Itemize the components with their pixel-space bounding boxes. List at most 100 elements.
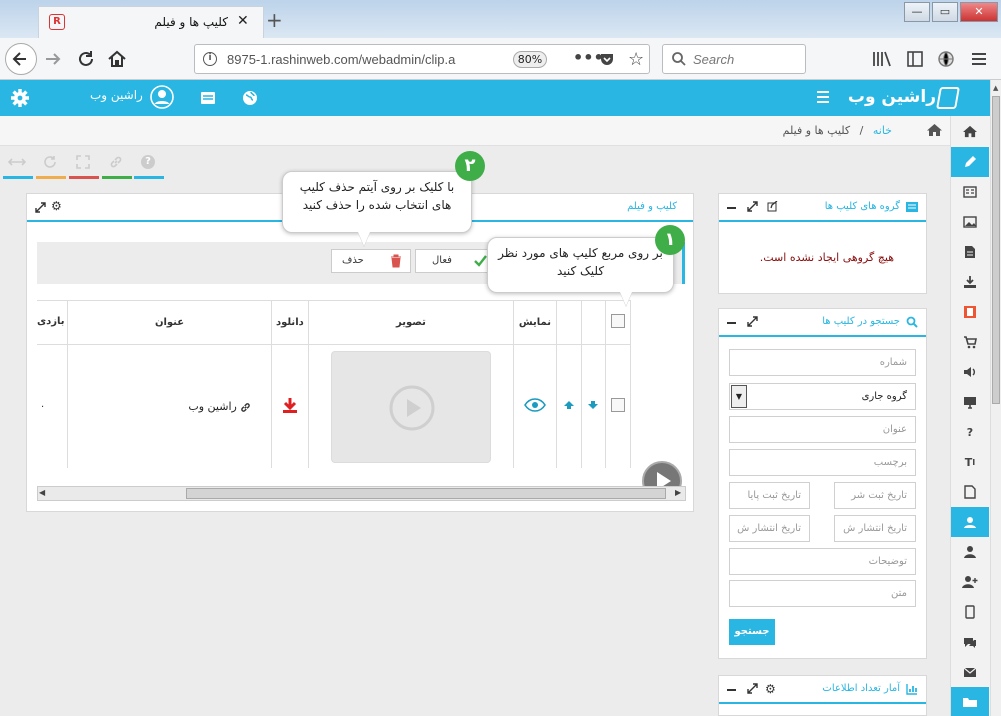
collapse-icon[interactable] [727, 689, 736, 691]
comments-nav-icon[interactable] [951, 627, 989, 657]
breadcrumb-home-icon[interactable] [927, 123, 942, 137]
reg-date-from-field[interactable]: تاریخ ثبت شر [834, 482, 916, 509]
expand-icon[interactable] [747, 683, 758, 694]
tag-field[interactable]: برچسب [729, 449, 916, 476]
user-nav-icon[interactable] [951, 537, 989, 567]
settings-gear-icon[interactable] [10, 88, 30, 108]
reg-date-to-field[interactable]: تاریخ ثبت پایا [729, 482, 810, 509]
arrow-down-icon[interactable] [587, 400, 599, 410]
browser-search-field[interactable]: Search [662, 44, 806, 74]
pub-date-to-field[interactable]: تاریخ انتشار ش [729, 515, 810, 542]
activate-button[interactable]: فعال [415, 249, 495, 273]
help-icon[interactable]: ? [141, 155, 155, 169]
table-scrollbar-thumb[interactable] [186, 488, 666, 499]
search-submit-button[interactable]: جستجو [729, 619, 775, 645]
download-nav-icon[interactable] [951, 267, 989, 297]
card-nav-icon[interactable] [951, 177, 989, 207]
text-nav-icon[interactable]: TI [951, 447, 989, 477]
refresh-icon[interactable] [43, 155, 57, 169]
file-nav-icon[interactable] [951, 477, 989, 507]
video-thumbnail[interactable] [330, 350, 491, 463]
expand-icon[interactable] [747, 201, 758, 212]
views-cell: ۰ [37, 344, 68, 468]
number-field[interactable]: شماره [729, 349, 916, 376]
zoom-level[interactable]: 80% [513, 51, 547, 68]
edit-icon[interactable] [767, 201, 778, 212]
expand-icon[interactable] [35, 202, 46, 213]
back-button[interactable] [5, 43, 37, 75]
collapse-icon[interactable] [727, 322, 736, 324]
delete-button[interactable]: حذف [331, 249, 411, 273]
panel-settings-icon[interactable]: ⚙ [765, 682, 776, 696]
arrow-up-icon[interactable] [563, 400, 575, 410]
edit-nav-icon[interactable] [951, 147, 989, 177]
table-horizontal-scrollbar[interactable]: ◀ ▶ [37, 486, 686, 501]
breadcrumb-home[interactable]: خانه [873, 124, 892, 137]
new-tab-button[interactable]: + [266, 8, 283, 32]
minimize-button[interactable]: — [904, 2, 930, 22]
forward-icon[interactable] [42, 48, 64, 70]
pub-date-from-field[interactable]: تاریخ انتشار ش [834, 515, 916, 542]
expand-horizontal-icon[interactable] [8, 156, 26, 168]
film-nav-icon[interactable] [951, 297, 989, 327]
views-value: ۰ [39, 401, 46, 412]
bookmark-star-icon[interactable]: ☆ [628, 49, 644, 70]
speaker-nav-icon[interactable] [951, 357, 989, 387]
chevron-down-icon[interactable]: ▼ [731, 385, 747, 408]
select-all-checkbox[interactable] [610, 314, 625, 328]
website-globe-icon[interactable] [242, 90, 258, 106]
scrollbar-up-arrow[interactable]: ▲ [993, 84, 998, 92]
select-cell [604, 344, 631, 468]
info-icon[interactable]: i [203, 52, 217, 66]
panel-settings-icon[interactable]: ⚙ [51, 199, 62, 213]
expand-icon[interactable] [747, 316, 758, 327]
stats-panel-header: آمار تعداد اطلاعات ⚙ [719, 676, 926, 704]
home-nav-icon[interactable] [951, 116, 989, 146]
hamburger-menu-icon[interactable] [816, 90, 830, 104]
browser-tab[interactable]: R کلیپ ها و فیلم ✕ [38, 6, 264, 38]
scroll-left-arrow[interactable]: ◀ [39, 488, 45, 497]
scroll-right-arrow[interactable]: ▶ [675, 488, 681, 497]
user-add-nav-icon[interactable] [951, 567, 989, 597]
title-field[interactable]: عنوان [729, 416, 916, 443]
tip-two-pointer [358, 232, 370, 246]
library-icon[interactable] [872, 50, 892, 68]
breadcrumb-current: کلیپ ها و فیلم [782, 124, 851, 137]
text-field[interactable]: متن [729, 580, 916, 607]
image-nav-icon[interactable] [951, 207, 989, 237]
pocket-icon[interactable] [599, 51, 615, 67]
window-close-button[interactable]: ✕ [960, 2, 998, 22]
floating-play-icon[interactable] [641, 460, 683, 486]
mail-nav-icon[interactable] [951, 657, 989, 687]
maximize-button[interactable]: ▭ [932, 2, 958, 22]
tab-close-icon[interactable]: ✕ [237, 13, 249, 29]
document-nav-icon[interactable] [951, 237, 989, 267]
question-nav-icon[interactable]: ? [951, 417, 989, 447]
address-bar[interactable]: i 8975-1.rashinweb.com/webadmin/clip.a 8… [194, 44, 650, 74]
inbox-icon[interactable] [200, 90, 216, 106]
mobile-nav-icon[interactable] [951, 597, 989, 627]
brand-logo[interactable]: راشین وب [846, 83, 960, 113]
reload-icon[interactable] [75, 48, 97, 70]
scrollbar-thumb[interactable] [992, 96, 1000, 404]
download-icon[interactable] [282, 397, 298, 414]
users-group-nav-icon[interactable] [951, 507, 989, 537]
link-icon[interactable] [109, 155, 123, 169]
sidebar-toggle-icon[interactable] [906, 50, 924, 68]
cart-nav-icon[interactable] [951, 327, 989, 357]
collapse-icon[interactable] [727, 207, 736, 209]
home-icon[interactable] [106, 48, 128, 70]
username[interactable]: راشین وب [90, 88, 143, 102]
eye-icon[interactable] [523, 398, 546, 412]
description-field[interactable]: توضیحات [729, 548, 916, 575]
row-checkbox[interactable] [610, 398, 625, 412]
folder-nav-icon[interactable] [951, 687, 989, 716]
clip-title[interactable]: راشین وب [188, 400, 236, 413]
group-select[interactable]: گروه جاری ▼ [729, 383, 916, 410]
globe-icon[interactable] [937, 50, 955, 68]
user-avatar-icon[interactable] [150, 85, 174, 109]
fullscreen-icon[interactable] [76, 155, 90, 169]
monitor-nav-icon[interactable] [951, 387, 989, 417]
menu-icon[interactable] [970, 50, 988, 68]
page-scrollbar[interactable]: ▲ [990, 80, 1001, 716]
